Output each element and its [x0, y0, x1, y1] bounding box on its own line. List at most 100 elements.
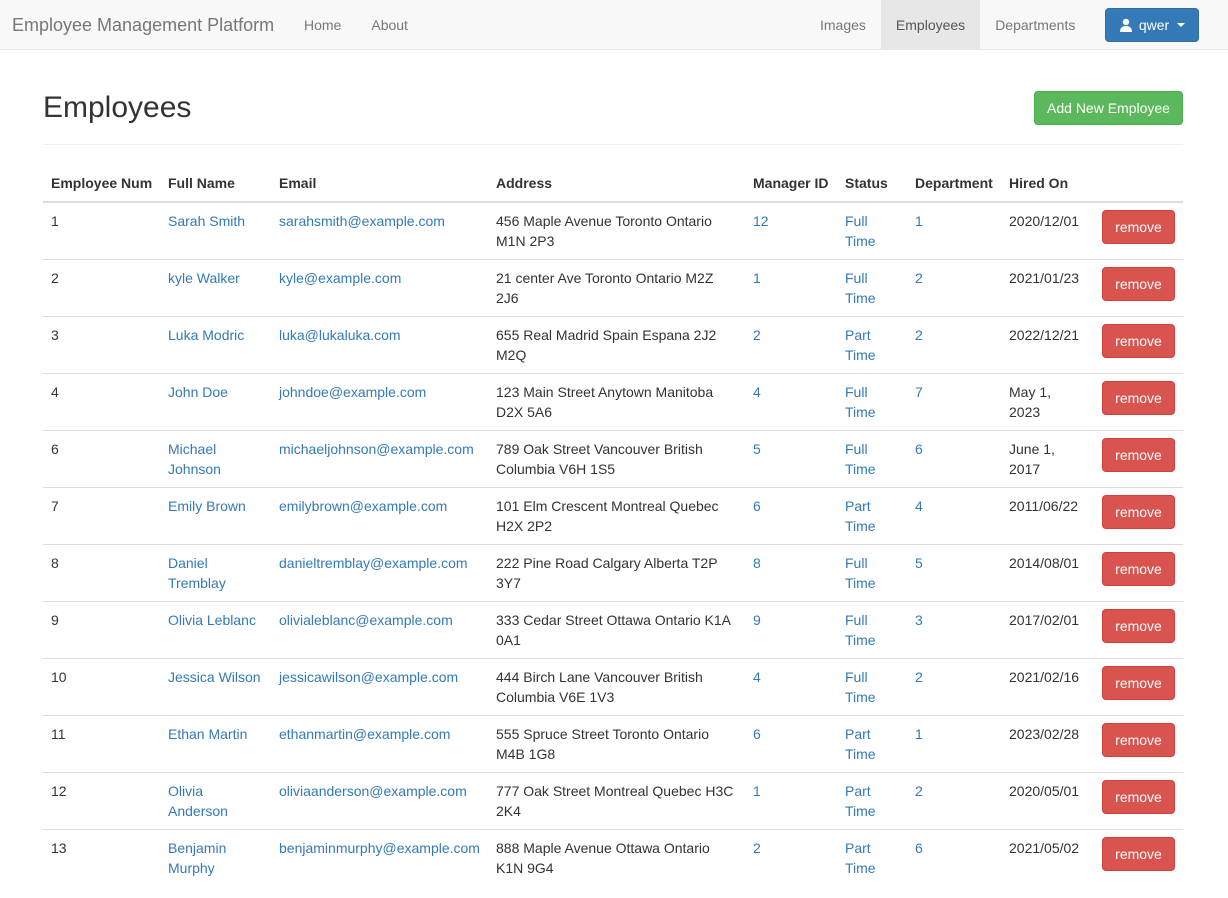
remove-button[interactable]: remove [1102, 494, 1175, 529]
status-link[interactable]: Part Time [845, 840, 876, 876]
remove-button[interactable]: remove [1102, 722, 1175, 757]
manager-id-link[interactable]: 4 [753, 669, 761, 685]
remove-button[interactable]: remove [1102, 437, 1175, 472]
status-link[interactable]: Full Time [845, 384, 876, 420]
employee-name-link[interactable]: Sarah Smith [168, 213, 245, 229]
manager-id-link[interactable]: 2 [753, 840, 761, 856]
col-header-full-name[interactable]: Full Name [160, 164, 271, 203]
department-link[interactable]: 2 [915, 669, 923, 685]
status-link[interactable]: Part Time [845, 498, 876, 534]
brand-link[interactable]: Employee Management Platform [12, 0, 274, 50]
employee-email-link[interactable]: johndoe@example.com [279, 384, 426, 400]
department-link[interactable]: 4 [915, 498, 923, 514]
add-new-employee-button[interactable]: Add New Employee [1034, 91, 1183, 125]
status-link[interactable]: Part Time [845, 327, 876, 363]
department-link[interactable]: 2 [915, 327, 923, 343]
employee-name-link[interactable]: Emily Brown [168, 498, 246, 514]
nav-about[interactable]: About [356, 0, 423, 50]
status-link[interactable]: Full Time [845, 270, 876, 306]
employee-email-link[interactable]: ethanmartin@example.com [279, 726, 450, 742]
hired-on: 2011/06/22 [1001, 486, 1094, 544]
employee-email-link[interactable]: jessicawilson@example.com [279, 669, 458, 685]
col-header-address[interactable]: Address [488, 164, 745, 203]
employee-email-link[interactable]: michaeljohnson@example.com [279, 441, 474, 457]
remove-button[interactable]: remove [1102, 665, 1175, 700]
department-link[interactable]: 7 [915, 384, 923, 400]
employee-num: 6 [43, 429, 160, 487]
employee-name-link[interactable]: Olivia Leblanc [168, 612, 256, 628]
manager-id-link[interactable]: 2 [753, 327, 761, 343]
status-link[interactable]: Part Time [845, 726, 876, 762]
remove-button[interactable]: remove [1102, 380, 1175, 415]
employee-num: 11 [43, 714, 160, 772]
col-header-employee-num[interactable]: Employee Num [43, 164, 160, 203]
employee-name-link[interactable]: kyle Walker [168, 270, 240, 286]
department-link[interactable]: 1 [915, 213, 923, 229]
remove-button[interactable]: remove [1102, 608, 1175, 643]
employee-email-link[interactable]: danieltremblay@example.com [279, 555, 468, 571]
employee-email-link[interactable]: luka@lukaluka.com [279, 327, 401, 343]
col-header-hired-on[interactable]: Hired On [1001, 164, 1094, 203]
department-link[interactable]: 1 [915, 726, 923, 742]
employee-email-link[interactable]: oliviaanderson@example.com [279, 783, 467, 799]
employee-name-link[interactable]: Benjamin Murphy [168, 840, 226, 876]
employee-address: 888 Maple Avenue Ottawa Ontario K1N 9G4 [488, 828, 745, 886]
status-link[interactable]: Full Time [845, 612, 876, 648]
manager-id-link[interactable]: 6 [753, 498, 761, 514]
employee-email-link[interactable]: olivialeblanc@example.com [279, 612, 453, 628]
employee-num: 13 [43, 828, 160, 886]
manager-id-link[interactable]: 1 [753, 270, 761, 286]
status-link[interactable]: Full Time [845, 669, 876, 705]
manager-id-link[interactable]: 8 [753, 555, 761, 571]
manager-id-link[interactable]: 1 [753, 783, 761, 799]
manager-id-link[interactable]: 12 [753, 213, 769, 229]
user-menu-button[interactable]: qwer [1105, 8, 1199, 42]
col-header-status[interactable]: Status [837, 164, 907, 203]
user-icon [1119, 18, 1132, 32]
table-row: 7 Emily Brown emilybrown@example.com 101… [43, 486, 1183, 544]
employee-name-link[interactable]: Olivia Anderson [168, 783, 228, 819]
status-link[interactable]: Part Time [845, 783, 876, 819]
col-header-email[interactable]: Email [271, 164, 488, 203]
department-link[interactable]: 2 [915, 783, 923, 799]
employee-name-link[interactable]: John Doe [168, 384, 228, 400]
employee-name-link[interactable]: Daniel Tremblay [168, 555, 226, 591]
employee-name-link[interactable]: Luka Modric [168, 327, 244, 343]
col-header-department[interactable]: Department [907, 164, 1001, 203]
remove-button[interactable]: remove [1102, 551, 1175, 586]
employee-address: 456 Maple Avenue Toronto Ontario M1N 2P3 [496, 213, 712, 249]
col-header-manager-id[interactable]: Manager ID [745, 164, 837, 203]
department-link[interactable]: 3 [915, 612, 923, 628]
manager-id-link[interactable]: 9 [753, 612, 761, 628]
employee-email-link[interactable]: benjaminmurphy@example.com [279, 840, 480, 856]
department-link[interactable]: 6 [915, 840, 923, 856]
table-row: 3 Luka Modric luka@lukaluka.com 655 Real… [43, 315, 1183, 373]
manager-id-link[interactable]: 6 [753, 726, 761, 742]
remove-button[interactable]: remove [1102, 210, 1175, 244]
table-row: 1 2 Olivia Anderson oliviaanderson@exampl… [43, 771, 1183, 829]
status-link[interactable]: Full Time [845, 555, 876, 591]
hired-on: 2023/02/28 [1001, 714, 1094, 772]
employee-name-link[interactable]: Jessica Wilson [168, 669, 261, 685]
department-link[interactable]: 2 [915, 270, 923, 286]
employee-email-link[interactable]: sarahsmith@example.com [279, 213, 445, 229]
remove-button[interactable]: remove [1102, 323, 1175, 358]
employee-name-link[interactable]: Michael Johnson [168, 441, 221, 477]
status-link[interactable]: Full Time [845, 213, 876, 249]
department-link[interactable]: 5 [915, 555, 923, 571]
manager-id-link[interactable]: 5 [753, 441, 761, 457]
employee-email-link[interactable]: emilybrown@example.com [279, 498, 447, 514]
remove-button[interactable]: remove [1102, 836, 1175, 871]
employee-email-link[interactable]: kyle@example.com [279, 270, 401, 286]
employee-name-link[interactable]: Ethan Martin [168, 726, 247, 742]
nav-home[interactable]: Home [289, 0, 356, 50]
table-row: 6 Michael Johnson michaeljohnson@example… [43, 429, 1183, 487]
department-link[interactable]: 6 [915, 441, 923, 457]
remove-button[interactable]: remove [1102, 266, 1175, 301]
nav-departments[interactable]: Departments [980, 0, 1090, 50]
manager-id-link[interactable]: 4 [753, 384, 761, 400]
nav-employees[interactable]: Employees [880, 0, 981, 50]
status-link[interactable]: Full Time [845, 441, 876, 477]
nav-images[interactable]: Images [805, 0, 881, 50]
remove-button[interactable]: remove [1102, 779, 1175, 814]
